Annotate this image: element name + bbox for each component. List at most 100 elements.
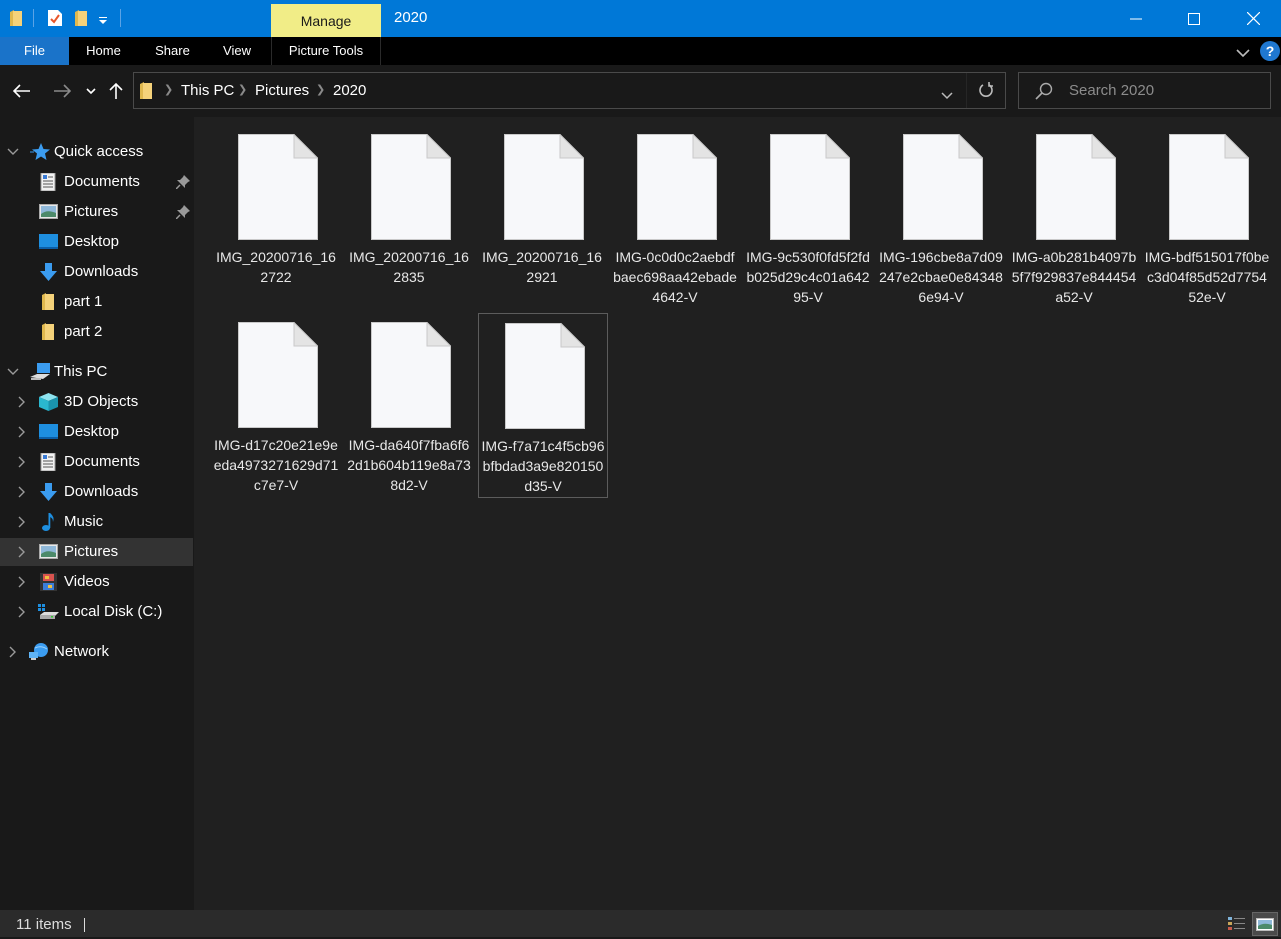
file-item[interactable]: IMG-0c0d0c2aebdfbaec698aa42ebade4642-V [611, 125, 741, 310]
file-icon [637, 134, 717, 240]
refresh-icon [979, 82, 993, 97]
sidebar-item-label: Pictures [64, 203, 119, 220]
breadcrumb-pictures[interactable]: Pictures [255, 73, 309, 108]
address-bar[interactable]: ❯ This PC ❯ Pictures ❯ 2020 [133, 72, 1006, 109]
tab-home[interactable]: Home [75, 37, 132, 65]
file-item[interactable]: IMG-f7a71c4f5cb96bfbdad3a9e820150d35-V [478, 313, 608, 498]
chevron-right-icon[interactable] [18, 388, 26, 418]
sidebar-item-music[interactable]: Music [0, 508, 193, 536]
close-button[interactable] [1230, 0, 1276, 37]
new-folder-icon[interactable] [75, 10, 87, 31]
search-box[interactable]: Search 2020 [1018, 72, 1271, 109]
refresh-button[interactable] [978, 82, 994, 104]
address-history-button[interactable] [941, 87, 953, 105]
expand-ribbon-button[interactable] [1236, 45, 1250, 63]
tab-file[interactable]: File [0, 37, 69, 65]
status-separator [84, 918, 85, 932]
maximize-button[interactable] [1171, 0, 1217, 37]
sidebar-item-videos[interactable]: Videos [0, 568, 193, 596]
chevron-right-icon[interactable] [18, 448, 26, 478]
file-name: IMG-0c0d0c2aebdfbaec698aa42ebade4642-V [613, 249, 737, 305]
search-input[interactable]: Search 2020 [1069, 73, 1154, 108]
file-name: IMG-196cbe8a7d09247e2cbae0e843486e94-V [879, 249, 1003, 305]
file-name: IMG-da640f7fba6f62d1b604b119e8a738d2-V [347, 437, 471, 493]
recent-locations-button[interactable] [84, 79, 98, 103]
details-view-button[interactable] [1224, 912, 1250, 936]
file-name: IMG-9c530f0fd5f2fdb025d29c4c01a64295-V [746, 249, 870, 305]
breadcrumb-separator[interactable]: ❯ [164, 73, 173, 108]
sidebar-item-label: This PC [54, 363, 108, 380]
file-icon [1036, 134, 1116, 240]
sidebar-item-pictures-pinned[interactable]: Pictures [0, 198, 193, 226]
back-button[interactable] [10, 79, 34, 103]
customize-dropdown-icon[interactable] [98, 13, 108, 31]
chevron-right-icon[interactable] [18, 478, 26, 508]
sidebar-item-downloads[interactable]: Downloads [0, 478, 193, 506]
breadcrumb-2020[interactable]: 2020 [333, 73, 366, 108]
tab-picture-tools[interactable]: Picture Tools [271, 37, 381, 65]
file-item[interactable]: IMG-bdf515017f0bec3d04f85d52d775452e-V [1143, 125, 1273, 310]
pin-icon [175, 175, 190, 194]
sidebar-item-part-2[interactable]: part 2 [0, 318, 193, 346]
up-button[interactable] [106, 79, 126, 103]
file-icon [505, 323, 585, 429]
file-item[interactable]: IMG-d17c20e21e9eeda4973271629d71c7e7-V [212, 313, 342, 498]
manage-contextual-tab[interactable]: Manage [271, 4, 381, 37]
sidebar-item-local-disk[interactable]: Local Disk (C:) [0, 598, 193, 626]
chevron-right-icon[interactable] [18, 508, 26, 538]
sidebar-item-label: Network [54, 643, 110, 660]
sidebar-item-this-pc[interactable]: This PC [0, 358, 193, 386]
chevron-right-icon[interactable] [9, 638, 17, 668]
navigation-pane: Quick access Documents Pictures Desktop … [0, 117, 194, 910]
sidebar-item-downloads-quick[interactable]: Downloads [0, 258, 193, 286]
help-button[interactable]: ? [1260, 41, 1280, 61]
sidebar-item-pictures[interactable]: Pictures [0, 538, 193, 566]
file-list[interactable]: IMG_20200716_162722 IMG_20200716_162835 IM… [197, 117, 1281, 910]
forward-button[interactable] [50, 79, 74, 103]
tab-view[interactable]: View [213, 37, 261, 65]
file-item[interactable]: IMG_20200716_162921 [478, 125, 608, 310]
desktop-icon [39, 423, 59, 441]
sidebar-item-documents-pinned[interactable]: Documents [0, 168, 193, 196]
arrow-right-icon [54, 84, 71, 98]
chevron-expanded-icon[interactable] [7, 138, 19, 166]
sidebar-item-quick-access[interactable]: Quick access [0, 138, 193, 166]
file-icon [770, 134, 850, 240]
file-icon [1169, 134, 1249, 240]
folder-icon[interactable] [10, 10, 22, 31]
sidebar-item-label: 3D Objects [64, 393, 139, 410]
chevron-expanded-icon[interactable] [7, 358, 19, 386]
item-count: 11 items [16, 916, 72, 933]
sidebar-item-part-1[interactable]: part 1 [0, 288, 193, 316]
sidebar-item-desktop-quick[interactable]: Desktop [0, 228, 193, 256]
desktop-icon [39, 233, 59, 251]
breadcrumb-separator[interactable]: ❯ [238, 73, 247, 108]
chevron-right-icon[interactable] [18, 598, 26, 628]
properties-icon[interactable] [48, 10, 62, 31]
file-item[interactable]: IMG-196cbe8a7d09247e2cbae0e843486e94-V [877, 125, 1007, 310]
sidebar-item-documents[interactable]: Documents [0, 448, 193, 476]
file-icon [371, 322, 451, 428]
chevron-right-icon[interactable] [18, 538, 26, 568]
minimize-button[interactable] [1113, 0, 1159, 37]
toolbar-separator [33, 9, 34, 27]
chevron-down-icon [86, 88, 96, 95]
sidebar-item-network[interactable]: Network [0, 638, 193, 666]
folder-icon [42, 293, 62, 311]
file-name: IMG-f7a71c4f5cb96bfbdad3a9e820150d35-V [481, 438, 605, 494]
maximize-icon [1188, 12, 1200, 25]
file-item[interactable]: IMG-da640f7fba6f62d1b604b119e8a738d2-V [345, 313, 475, 498]
breadcrumb-this-pc[interactable]: This PC [181, 73, 234, 108]
chevron-right-icon[interactable] [18, 568, 26, 598]
chevron-right-icon[interactable] [18, 418, 26, 448]
file-item[interactable]: IMG-a0b281b4097b5f7f929837e844454a52-V [1010, 125, 1140, 310]
tab-share[interactable]: Share [145, 37, 200, 65]
chevron-down-icon [1236, 49, 1250, 58]
breadcrumb-separator[interactable]: ❯ [316, 73, 325, 108]
sidebar-item-3d-objects[interactable]: 3D Objects [0, 388, 193, 416]
file-item[interactable]: IMG-9c530f0fd5f2fdb025d29c4c01a64295-V [744, 125, 874, 310]
file-item[interactable]: IMG_20200716_162835 [345, 125, 475, 310]
large-icons-view-button[interactable] [1252, 912, 1278, 936]
file-item[interactable]: IMG_20200716_162722 [212, 125, 342, 310]
sidebar-item-desktop[interactable]: Desktop [0, 418, 193, 446]
